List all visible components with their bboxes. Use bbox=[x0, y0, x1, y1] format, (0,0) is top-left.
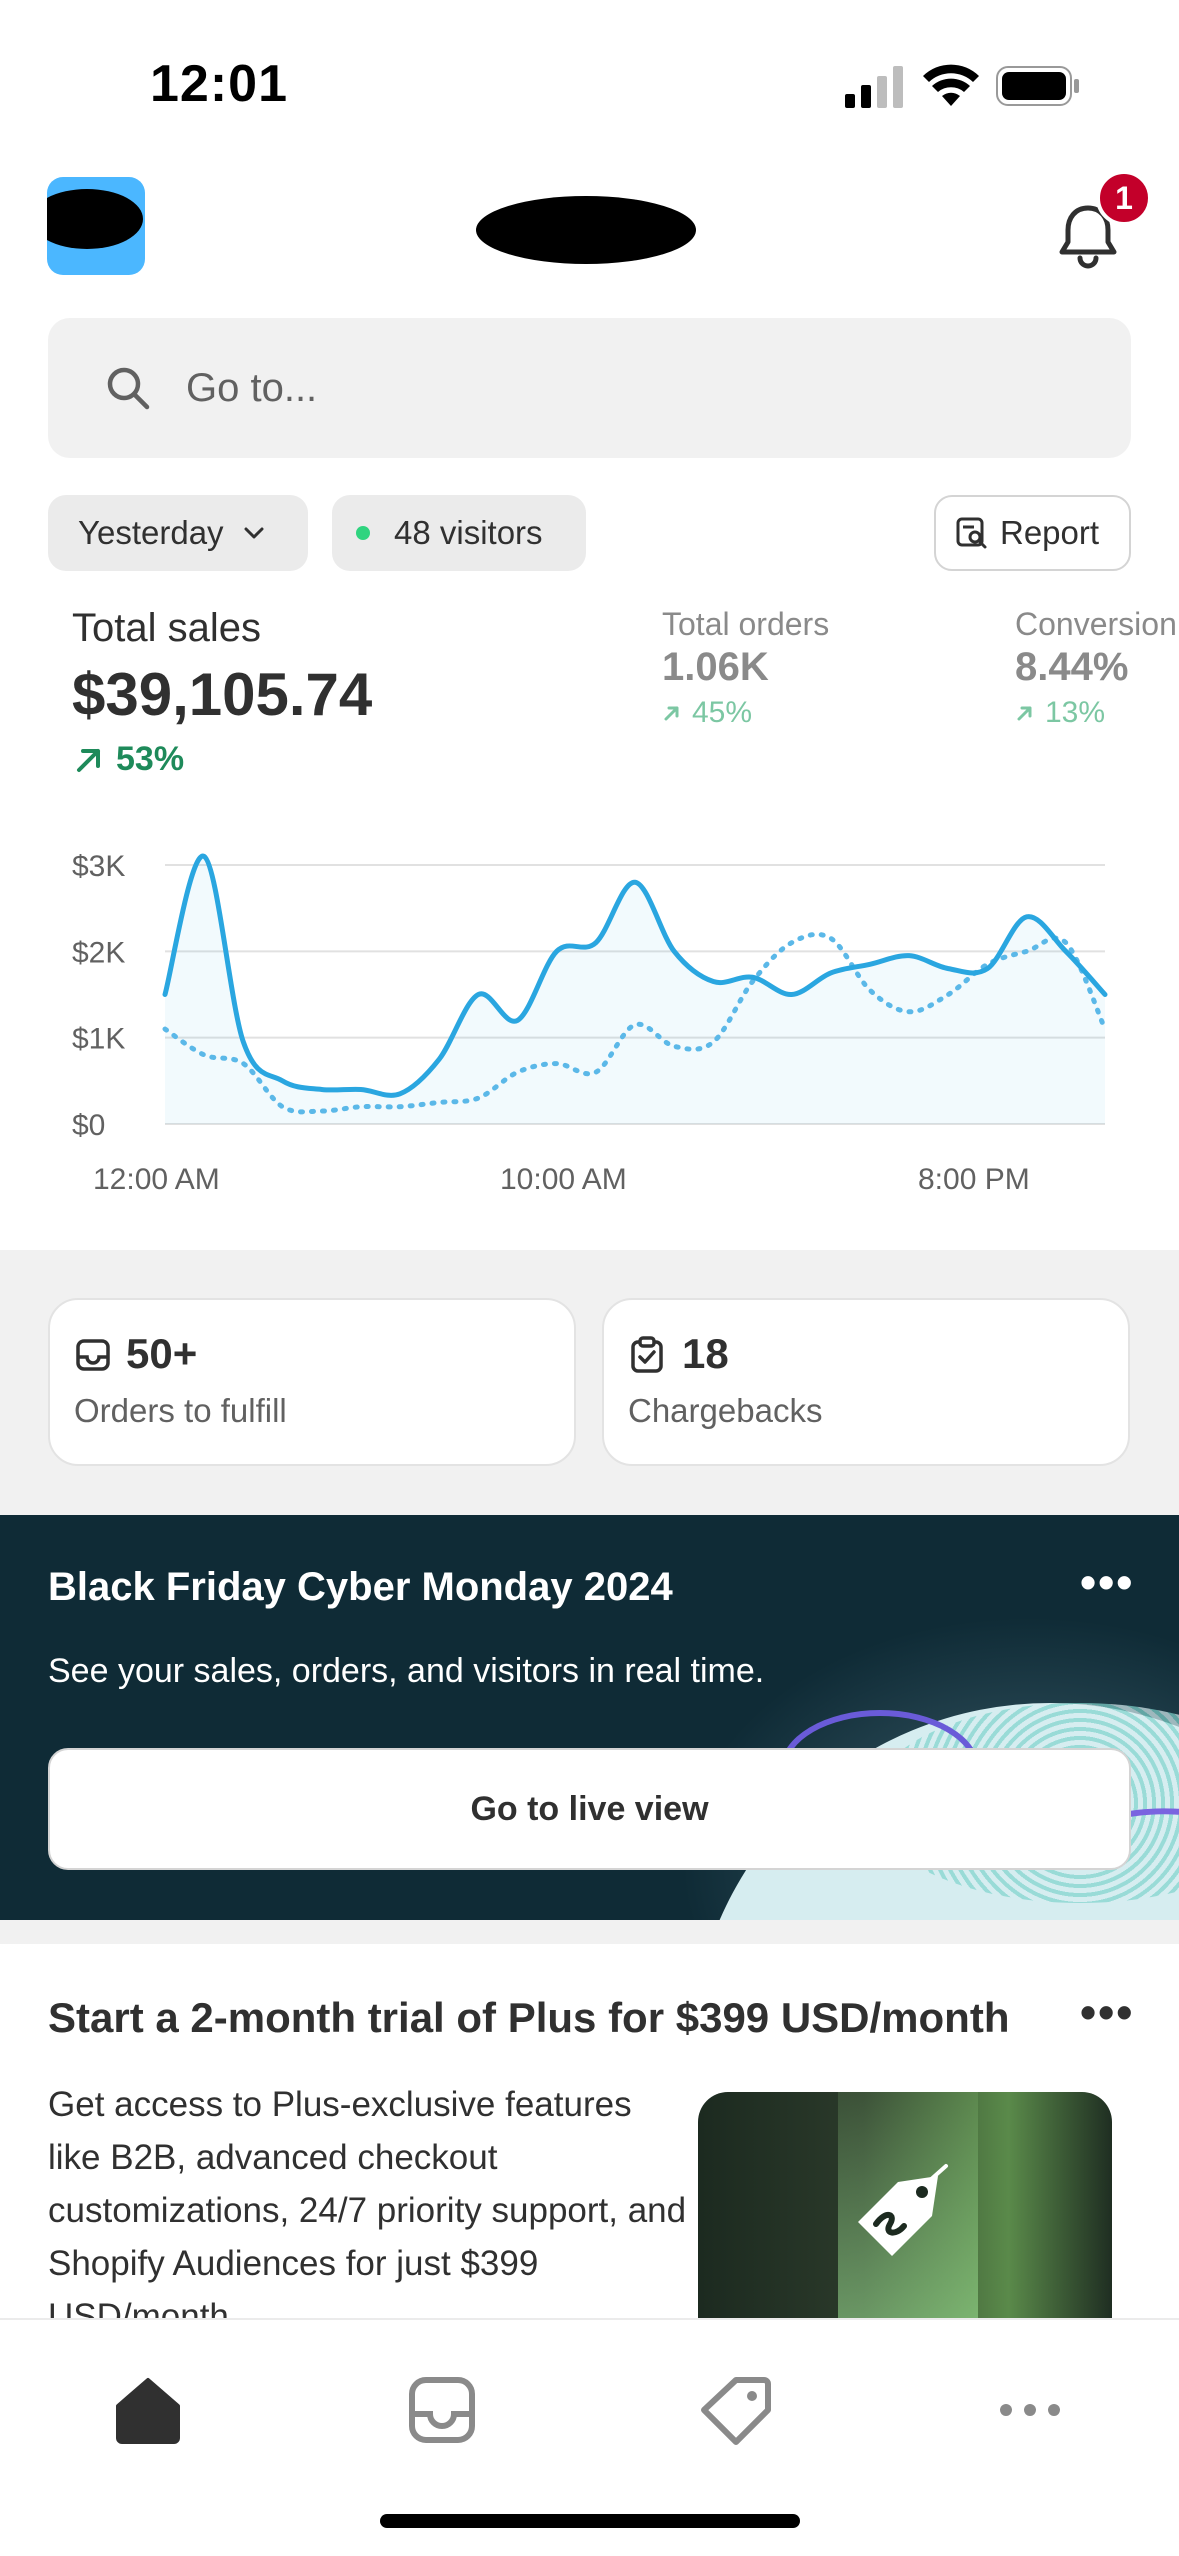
chargebacks-card[interactable]: 18 Chargebacks bbox=[602, 1298, 1130, 1466]
section-divider bbox=[0, 1920, 1179, 1944]
go-to-live-view-button[interactable]: Go to live view bbox=[48, 1748, 1131, 1870]
total-sales-change: 53% bbox=[72, 740, 184, 779]
x-tick-label: 12:00 AM bbox=[93, 1163, 220, 1196]
y-tick-label: $3K bbox=[72, 850, 125, 883]
total-sales-label: Total sales bbox=[72, 606, 261, 650]
redaction bbox=[47, 189, 143, 249]
live-dot-icon bbox=[356, 526, 370, 540]
status-bar: 12:01 bbox=[0, 0, 1179, 150]
tag-icon bbox=[701, 2377, 771, 2445]
report-icon bbox=[956, 517, 987, 549]
promo-title: Black Friday Cyber Monday 2024 bbox=[48, 1565, 673, 1609]
orders-to-fulfill-label: Orders to fulfill bbox=[74, 1392, 287, 1429]
inbox-icon bbox=[409, 2377, 475, 2443]
status-time: 12:01 bbox=[150, 55, 288, 113]
store-name-redacted[interactable] bbox=[476, 196, 696, 264]
arrow-up-right-icon bbox=[77, 748, 100, 772]
arrow-up-right-icon bbox=[664, 706, 679, 721]
chart-series bbox=[162, 853, 1108, 1124]
more-horizontal-icon bbox=[1000, 2404, 1060, 2416]
total-sales-value: $39,105.74 bbox=[72, 661, 373, 728]
x-tick-label: 10:00 AM bbox=[500, 1163, 627, 1196]
promo-description: See your sales, orders, and visitors in … bbox=[48, 1652, 765, 1690]
store-logo[interactable] bbox=[47, 177, 145, 275]
conversion-value: 8.44% bbox=[1015, 645, 1129, 689]
home-icon bbox=[116, 2378, 180, 2444]
report-label: Report bbox=[1000, 514, 1100, 551]
conversion-change: 13% bbox=[1015, 696, 1105, 730]
report-button[interactable]: Report bbox=[934, 495, 1131, 571]
live-visitors-chip[interactable]: 48 visitors bbox=[332, 495, 586, 571]
chevron-down-icon bbox=[244, 527, 264, 539]
sales-line-chart[interactable]: $3K $2K $1K $0 bbox=[0, 830, 1179, 1210]
orders-to-fulfill-card[interactable]: 50+ Orders to fulfill bbox=[48, 1298, 576, 1466]
tab-orders[interactable] bbox=[402, 2370, 482, 2450]
y-tick-label: $0 bbox=[72, 1109, 105, 1142]
bfcm-promo-card: Black Friday Cyber Monday 2024 ••• See y… bbox=[0, 1515, 1179, 1920]
plus-promo-image bbox=[698, 2092, 1112, 2352]
price-tag-icon bbox=[858, 2164, 948, 2256]
plus-trial-title: Start a 2-month trial of Plus for $399 U… bbox=[48, 1994, 1010, 2041]
total-orders-change: 45% bbox=[662, 696, 752, 730]
plus-trial-description: Get access to Plus-exclusive features li… bbox=[48, 2085, 687, 2336]
wifi-icon bbox=[923, 64, 979, 106]
tab-products[interactable] bbox=[696, 2370, 776, 2450]
more-options-icon[interactable]: ••• bbox=[1080, 1555, 1134, 1609]
clipboard-check-icon bbox=[631, 1336, 663, 1373]
notification-badge: 1 bbox=[1096, 170, 1152, 226]
search-icon bbox=[107, 367, 150, 410]
y-tick-label: $1K bbox=[72, 1023, 125, 1056]
conversion-label[interactable]: Conversion bbox=[1015, 606, 1177, 643]
tab-more[interactable] bbox=[990, 2370, 1070, 2450]
x-tick-label: 8:00 PM bbox=[918, 1163, 1030, 1196]
current-series-area bbox=[165, 856, 1105, 1124]
total-orders-value: 1.06K bbox=[662, 645, 769, 689]
conversion-change-value: 13% bbox=[1045, 696, 1106, 729]
more-options-icon[interactable]: ••• bbox=[1080, 1985, 1134, 2039]
chargebacks-count: 18 bbox=[682, 1330, 729, 1377]
date-range-label: Yesterday bbox=[78, 514, 224, 551]
cellular-signal-icon bbox=[845, 66, 903, 108]
chargebacks-label: Chargebacks bbox=[628, 1392, 823, 1429]
battery-icon bbox=[996, 66, 1079, 106]
date-range-dropdown[interactable]: Yesterday bbox=[48, 495, 308, 571]
y-tick-label: $2K bbox=[72, 936, 125, 969]
search-bar[interactable] bbox=[48, 318, 1131, 458]
inbox-icon bbox=[76, 1339, 110, 1371]
tab-home[interactable] bbox=[108, 2370, 188, 2450]
visitors-label: 48 visitors bbox=[394, 514, 543, 551]
search-input[interactable] bbox=[186, 365, 986, 411]
total-orders-change-value: 45% bbox=[692, 696, 753, 729]
total-orders-label[interactable]: Total orders bbox=[662, 606, 829, 643]
arrow-up-right-icon bbox=[1017, 706, 1032, 721]
home-indicator bbox=[380, 2514, 800, 2528]
orders-to-fulfill-count: 50+ bbox=[126, 1330, 198, 1377]
total-sales-change-value: 53% bbox=[116, 740, 185, 778]
